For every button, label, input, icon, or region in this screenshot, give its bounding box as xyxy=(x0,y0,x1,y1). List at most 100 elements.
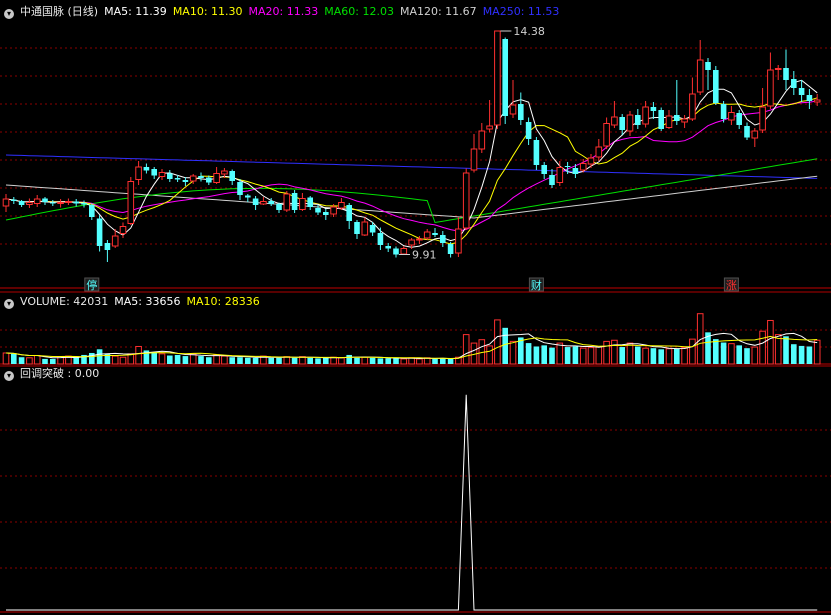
volume-bar xyxy=(229,357,235,364)
indicator-line xyxy=(6,394,818,611)
candle-body xyxy=(502,39,508,116)
candle-body xyxy=(73,201,79,204)
volume-bar xyxy=(486,345,493,365)
volume-bar xyxy=(198,356,204,364)
volume-bar xyxy=(432,358,438,364)
ma-legend-item: MA120: 11.67 xyxy=(399,5,477,18)
candle-body xyxy=(783,68,789,80)
candle-body xyxy=(182,180,189,182)
candle-body xyxy=(798,88,805,95)
settings-circle-icon[interactable]: ▾ xyxy=(4,9,14,19)
candle-body xyxy=(455,228,462,254)
volume-bar xyxy=(603,340,610,365)
volume-bar xyxy=(400,358,408,365)
volume-bar xyxy=(50,358,56,364)
volume-bar xyxy=(151,352,157,364)
volume-bar xyxy=(579,347,587,365)
event-marker: 涨 xyxy=(726,279,737,292)
candle-body xyxy=(50,202,56,204)
ma-legend-item: MA20: 11.33 xyxy=(248,5,319,18)
candle-body xyxy=(221,170,228,175)
annotation-label: 14.38 xyxy=(513,25,545,38)
volume-bar xyxy=(494,319,501,365)
candle-body xyxy=(518,104,524,120)
ma-legend: MA5: 11.39 MA10: 11.30 MA20: 11.33 MA60: 12… xyxy=(104,5,565,18)
candle-body xyxy=(572,168,579,174)
volume-bar xyxy=(611,339,618,365)
volume-bar xyxy=(509,340,517,365)
candle-body xyxy=(432,233,438,235)
volume-ma5: MA5: 33656 xyxy=(114,295,181,308)
volume-bar xyxy=(167,355,173,364)
volume-bar xyxy=(385,358,391,364)
indicator-settings-circle-icon[interactable]: ▾ xyxy=(4,371,14,381)
volume-bar xyxy=(681,347,688,365)
candle-body xyxy=(135,166,142,180)
volume-bar xyxy=(393,358,399,364)
volume-bar xyxy=(307,357,313,364)
grid-lines xyxy=(0,47,831,613)
candle-body xyxy=(346,205,352,221)
candle-body xyxy=(767,69,774,107)
event-marker: 停 xyxy=(86,278,97,292)
volume-bar xyxy=(595,346,603,365)
candle-body xyxy=(658,110,664,129)
candle-body xyxy=(689,93,696,120)
candle-body xyxy=(174,178,181,180)
volume-bar xyxy=(330,356,337,365)
candle-body xyxy=(416,238,423,241)
candle-body xyxy=(385,246,391,249)
volume-bar xyxy=(744,348,750,364)
candle-body xyxy=(408,239,415,246)
volume-bar xyxy=(713,339,719,364)
candle-body xyxy=(626,114,634,132)
candle-body xyxy=(81,203,87,205)
volume-bar xyxy=(42,358,48,364)
volume-bar xyxy=(813,339,821,365)
candle-body xyxy=(603,123,610,147)
candle-body xyxy=(642,106,649,125)
candle-body xyxy=(533,140,540,165)
volume-bar xyxy=(619,347,625,364)
volume-bar xyxy=(658,349,664,364)
candle-body xyxy=(440,235,446,243)
volume-bar xyxy=(665,348,673,365)
volume-bar xyxy=(462,334,470,365)
candle-body xyxy=(127,181,135,224)
candle-body xyxy=(252,198,259,205)
volume-panel-header: ▾ VOLUME: 42031 MA5: 33656 MA10: 28336 xyxy=(4,294,266,310)
volume-bar xyxy=(440,358,446,364)
candle-body xyxy=(486,125,493,130)
event-marker: 财 xyxy=(531,278,542,292)
candle-body xyxy=(338,202,345,209)
volume-bar xyxy=(119,356,127,365)
candle-body xyxy=(354,222,360,234)
candle-body xyxy=(104,243,111,250)
volume-bar xyxy=(416,358,423,365)
volume-bar xyxy=(447,358,454,364)
candle-body xyxy=(728,112,735,121)
candle-body xyxy=(681,118,688,123)
candle-body xyxy=(462,172,470,229)
volume-bar xyxy=(33,355,41,365)
ma-legend-item: MA10: 11.30 xyxy=(172,5,243,18)
volume-bar xyxy=(674,348,680,364)
candle-body xyxy=(276,204,282,210)
candle-body xyxy=(751,130,759,139)
candle-body xyxy=(96,218,103,246)
volume-settings-circle-icon[interactable]: ▾ xyxy=(4,299,14,309)
candle-body xyxy=(650,107,657,111)
volume-bar xyxy=(791,344,797,364)
candle-body xyxy=(245,195,251,198)
candle-body xyxy=(556,167,564,183)
volume-value: VOLUME: 42031 xyxy=(20,295,109,308)
volume-bar xyxy=(135,345,142,365)
volume-bar xyxy=(806,346,813,364)
candle-body xyxy=(549,175,555,185)
volume-ma10: MA10: 28336 xyxy=(186,295,260,308)
candle-body xyxy=(509,104,517,115)
volume-bar xyxy=(237,357,243,364)
candle-body xyxy=(307,197,313,207)
volume-bar xyxy=(626,342,634,365)
volume-bar xyxy=(564,347,571,364)
